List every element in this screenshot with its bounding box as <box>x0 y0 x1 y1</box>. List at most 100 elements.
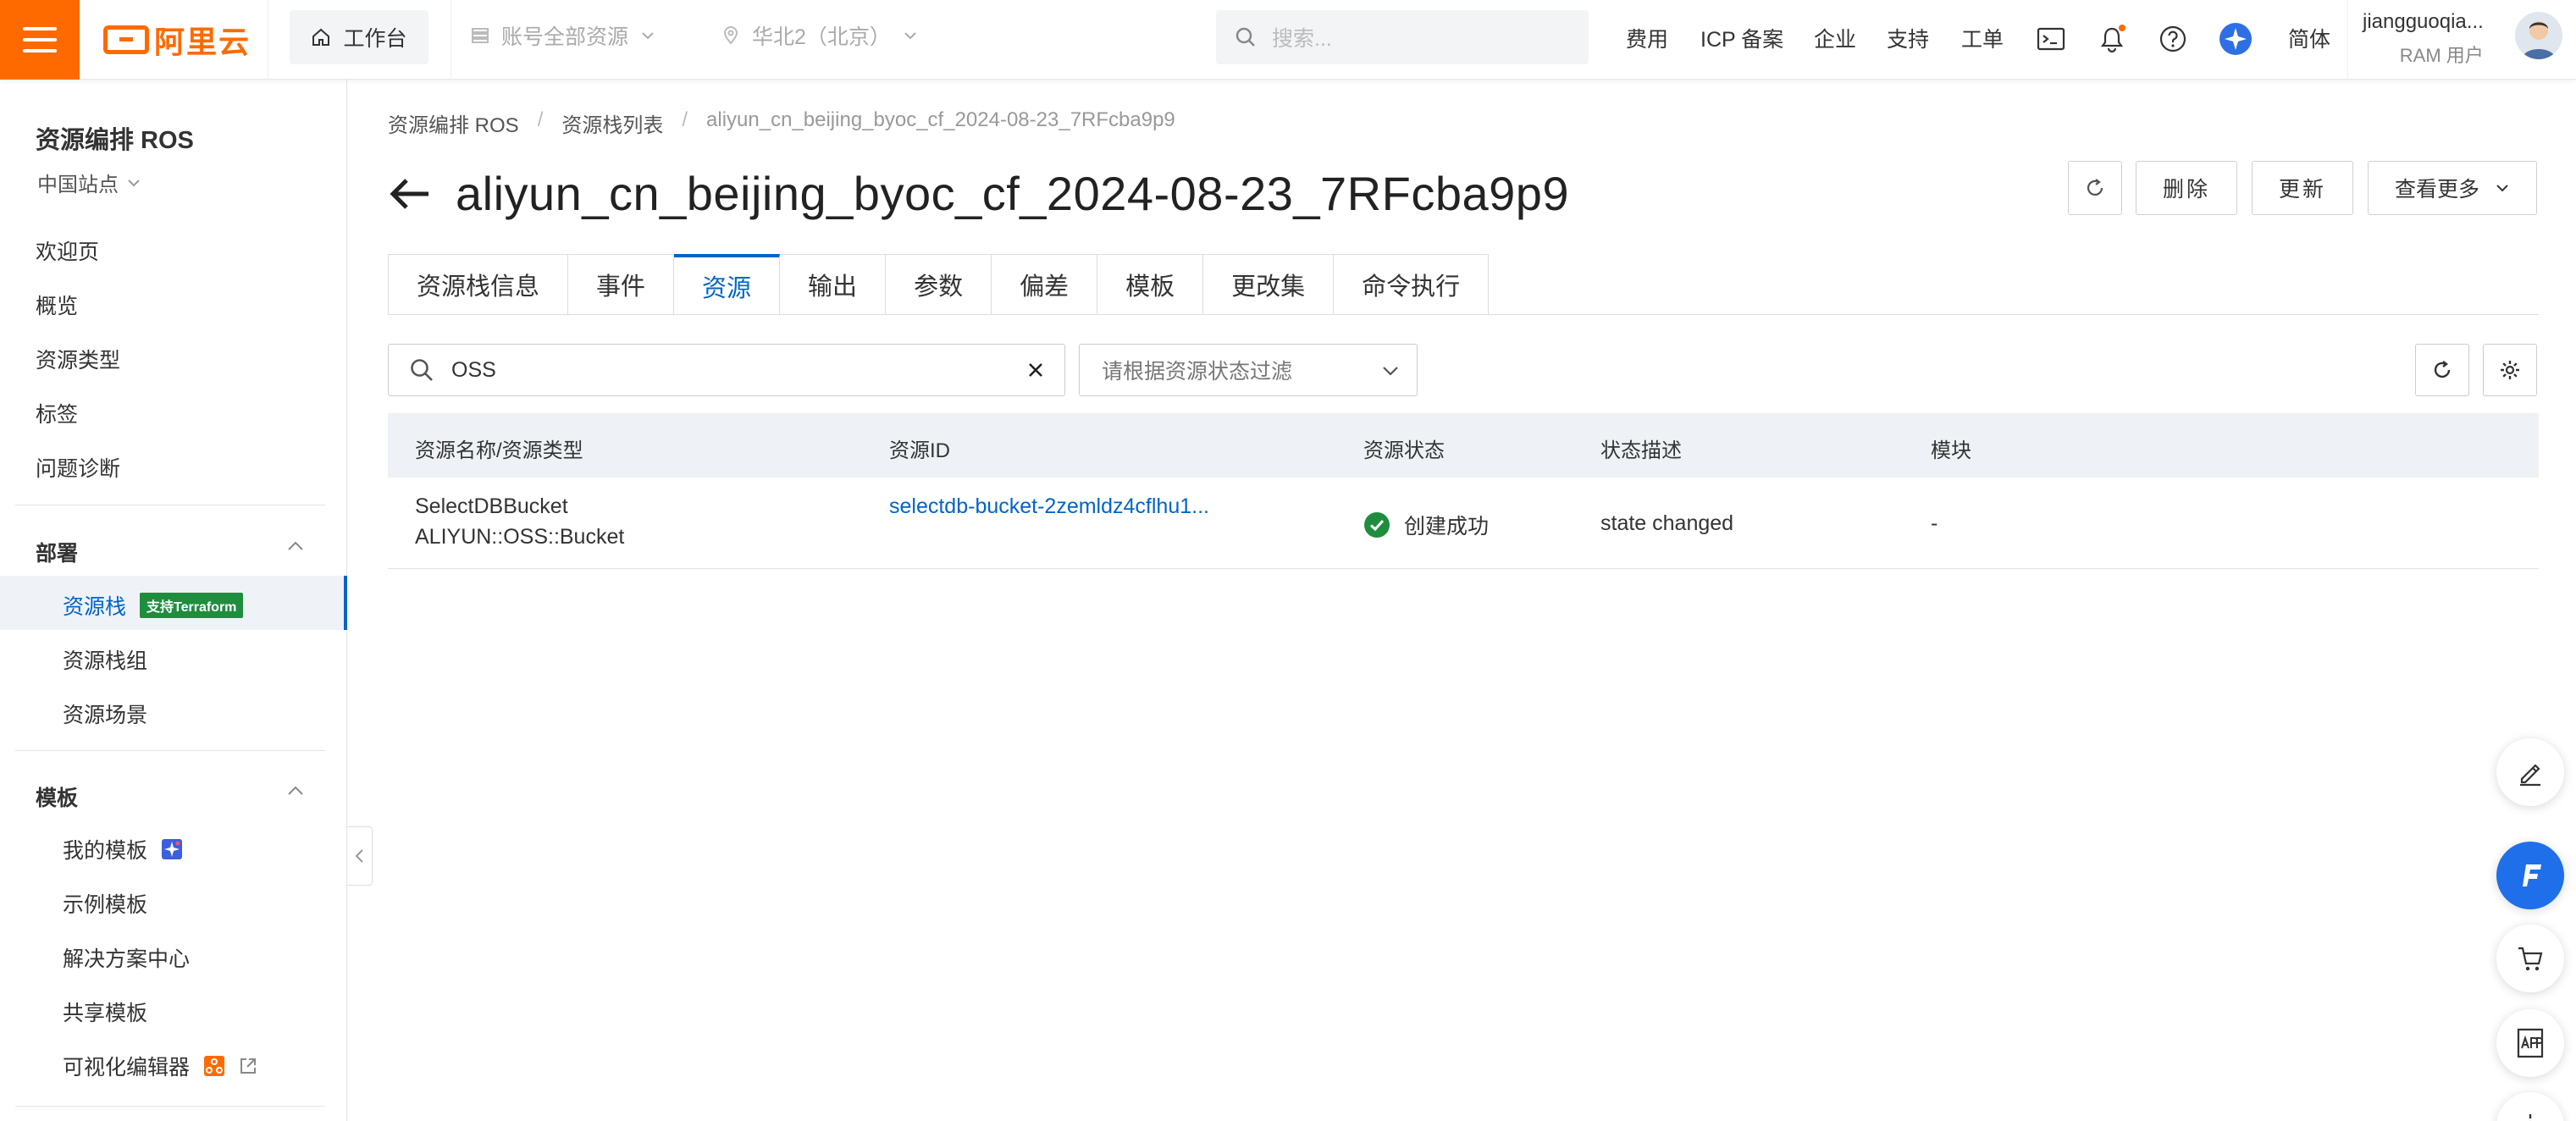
global-search[interactable]: 搜索... <box>1216 10 1589 64</box>
success-check-icon <box>1364 512 1390 538</box>
gear-icon <box>2501 361 2519 379</box>
site-label: 中国站点 <box>37 174 119 196</box>
gear-icon <box>2529 1114 2532 1121</box>
sidebar-group-templates[interactable]: 模板 <box>36 781 78 812</box>
chevron-up-icon[interactable] <box>285 780 307 802</box>
status-filter-select[interactable]: 请根据资源状态过滤 <box>1079 344 1418 396</box>
search-icon <box>1235 27 1255 47</box>
search-value: OSS <box>451 357 496 382</box>
workbench-button[interactable]: 工作台 <box>290 10 428 64</box>
language-switch[interactable]: 简体 <box>2288 23 2330 53</box>
delete-label: 删除 <box>2162 178 2210 202</box>
region-dropdown[interactable]: 华北2（北京） <box>721 20 918 51</box>
tab-template[interactable]: 模板 <box>1097 254 1204 315</box>
billing-link[interactable]: 费用 <box>1626 23 1668 53</box>
sidebar-item-my-templates[interactable]: 我的模板 <box>63 834 183 864</box>
sidebar-item-visual-editor[interactable]: 可视化编辑器 <box>63 1051 257 1081</box>
user-role: RAM 用户 <box>2399 45 2484 66</box>
sidebar-item-stack-groups[interactable]: 资源栈组 <box>63 644 147 675</box>
resource-group-icon <box>472 28 489 43</box>
tab-change-sets[interactable]: 更改集 <box>1203 254 1335 315</box>
resource-type: ALIYUN::OSS::Bucket <box>415 525 625 549</box>
tab-events[interactable]: 事件 <box>568 254 675 315</box>
chevron-down-icon <box>904 32 916 40</box>
icp-link[interactable]: ICP 备案 <box>1700 23 1783 53</box>
sidebar-item-label: 资源栈 <box>63 595 127 619</box>
breadcrumb-current: aliyun_cn_beijing_byoc_cf_2024-08-23_7RF… <box>706 108 1175 131</box>
breadcrumb-stack-list[interactable]: 资源栈列表 <box>561 108 663 138</box>
visual-editor-icon <box>204 1056 225 1076</box>
tab-stack-info[interactable]: 资源栈信息 <box>388 254 569 315</box>
notification-bell-icon[interactable] <box>2095 22 2129 56</box>
refresh-icon <box>2087 179 2103 196</box>
resource-scope-dropdown[interactable]: 账号全部资源 <box>471 20 655 51</box>
chevron-down-icon <box>642 32 654 40</box>
cart-button[interactable] <box>2496 925 2564 992</box>
sidebar-group-deploy[interactable]: 部署 <box>36 537 78 567</box>
resource-search-input[interactable]: OSS <box>388 344 1065 396</box>
enterprise-link[interactable]: 企业 <box>1814 23 1856 53</box>
column-header-name: 资源名称/资源类型 <box>415 439 583 462</box>
tab-outputs[interactable]: 输出 <box>780 254 887 315</box>
tab-command-exec[interactable]: 命令执行 <box>1334 254 1490 315</box>
settings-fab-button[interactable] <box>2496 1092 2564 1121</box>
ai-assistant-icon[interactable] <box>2219 22 2253 56</box>
external-link-icon <box>240 1058 257 1074</box>
back-arrow-icon[interactable] <box>386 174 434 213</box>
ticket-link[interactable]: 工单 <box>1961 23 2004 53</box>
refresh-list-button[interactable] <box>2415 344 2469 396</box>
more-actions-button[interactable]: 查看更多 <box>2368 161 2537 215</box>
logo-mark-icon <box>103 25 149 54</box>
product-title: 资源编排 ROS <box>36 127 194 154</box>
sidebar-item-stacks[interactable]: 资源栈 支持Terraform <box>63 590 244 621</box>
support-link[interactable]: 支持 <box>1887 23 1929 53</box>
resource-status: 创建成功 <box>1363 510 1489 540</box>
page-title: aliyun_cn_beijing_byoc_cf_2024-08-23_7RF… <box>456 167 1570 220</box>
chevron-down-icon <box>128 179 140 186</box>
chevron-down-icon <box>1383 367 1398 376</box>
sidebar-item-welcome[interactable]: 欢迎页 <box>36 235 99 266</box>
terraform-badge: 支持Terraform <box>140 593 244 618</box>
sidebar-item-sample-templates[interactable]: 示例模板 <box>63 888 147 919</box>
mobile-app-button[interactable] <box>2496 1009 2564 1077</box>
cart-icon <box>2518 947 2543 971</box>
sidebar-item-overview[interactable]: 概览 <box>36 290 78 320</box>
resource-scope-label: 账号全部资源 <box>501 25 629 49</box>
resource-name: SelectDBBucket <box>415 494 568 518</box>
ai-copilot-button[interactable] <box>2496 842 2564 909</box>
refresh-stack-button[interactable] <box>2068 161 2122 215</box>
tab-resources[interactable]: 资源 <box>674 254 781 315</box>
sidebar-item-solutions[interactable]: 解决方案中心 <box>63 942 190 973</box>
top-bar: 阿里云 工作台 账号全部资源 华北2（北京） 搜索... 费用 ICP 备案 企… <box>0 0 2576 80</box>
feedback-button[interactable] <box>2496 738 2564 806</box>
location-pin-icon <box>723 26 738 45</box>
aliyun-logo[interactable]: 阿里云 <box>103 19 251 61</box>
sidebar-item-tags[interactable]: 标签 <box>36 398 78 428</box>
sidebar-item-shared-templates[interactable]: 共享模板 <box>63 997 147 1027</box>
update-button[interactable]: 更新 <box>2252 161 2353 215</box>
table-row: SelectDBBucket ALIYUN::OSS::Bucket selec… <box>388 478 2539 569</box>
breadcrumb-root[interactable]: 资源编排 ROS <box>388 108 519 138</box>
column-settings-button[interactable] <box>2483 344 2537 396</box>
sidebar-item-scenarios[interactable]: 资源场景 <box>63 699 147 729</box>
site-switcher[interactable]: 中国站点 <box>37 168 142 197</box>
sidebar-item-diagnosis[interactable]: 问题诊断 <box>36 452 120 483</box>
sidebar-item-label: 可视化编辑器 <box>63 1056 191 1080</box>
user-menu[interactable]: jiangguoqia... RAM 用户 <box>2363 10 2484 68</box>
menu-button[interactable] <box>0 0 80 80</box>
tab-parameters[interactable]: 参数 <box>886 254 992 315</box>
breadcrumb-separator: / <box>537 108 544 131</box>
status-filter-placeholder: 请根据资源状态过滤 <box>1102 360 1293 384</box>
help-icon[interactable] <box>2156 22 2190 56</box>
delete-button[interactable]: 删除 <box>2136 161 2237 215</box>
chevron-up-icon[interactable] <box>285 535 307 557</box>
avatar[interactable] <box>2515 12 2562 59</box>
cloud-shell-icon[interactable] <box>2034 22 2068 56</box>
tab-drift[interactable]: 偏差 <box>992 254 1098 315</box>
update-label: 更新 <box>2278 178 2326 202</box>
refresh-icon <box>2434 361 2451 378</box>
clear-icon[interactable] <box>1024 358 1048 382</box>
resource-id-link[interactable]: selectdb-bucket-2zemldz4cflhu1... <box>889 494 1209 519</box>
sidebar-item-resource-types[interactable]: 资源类型 <box>36 344 120 374</box>
sidebar-collapse-button[interactable] <box>347 826 373 886</box>
